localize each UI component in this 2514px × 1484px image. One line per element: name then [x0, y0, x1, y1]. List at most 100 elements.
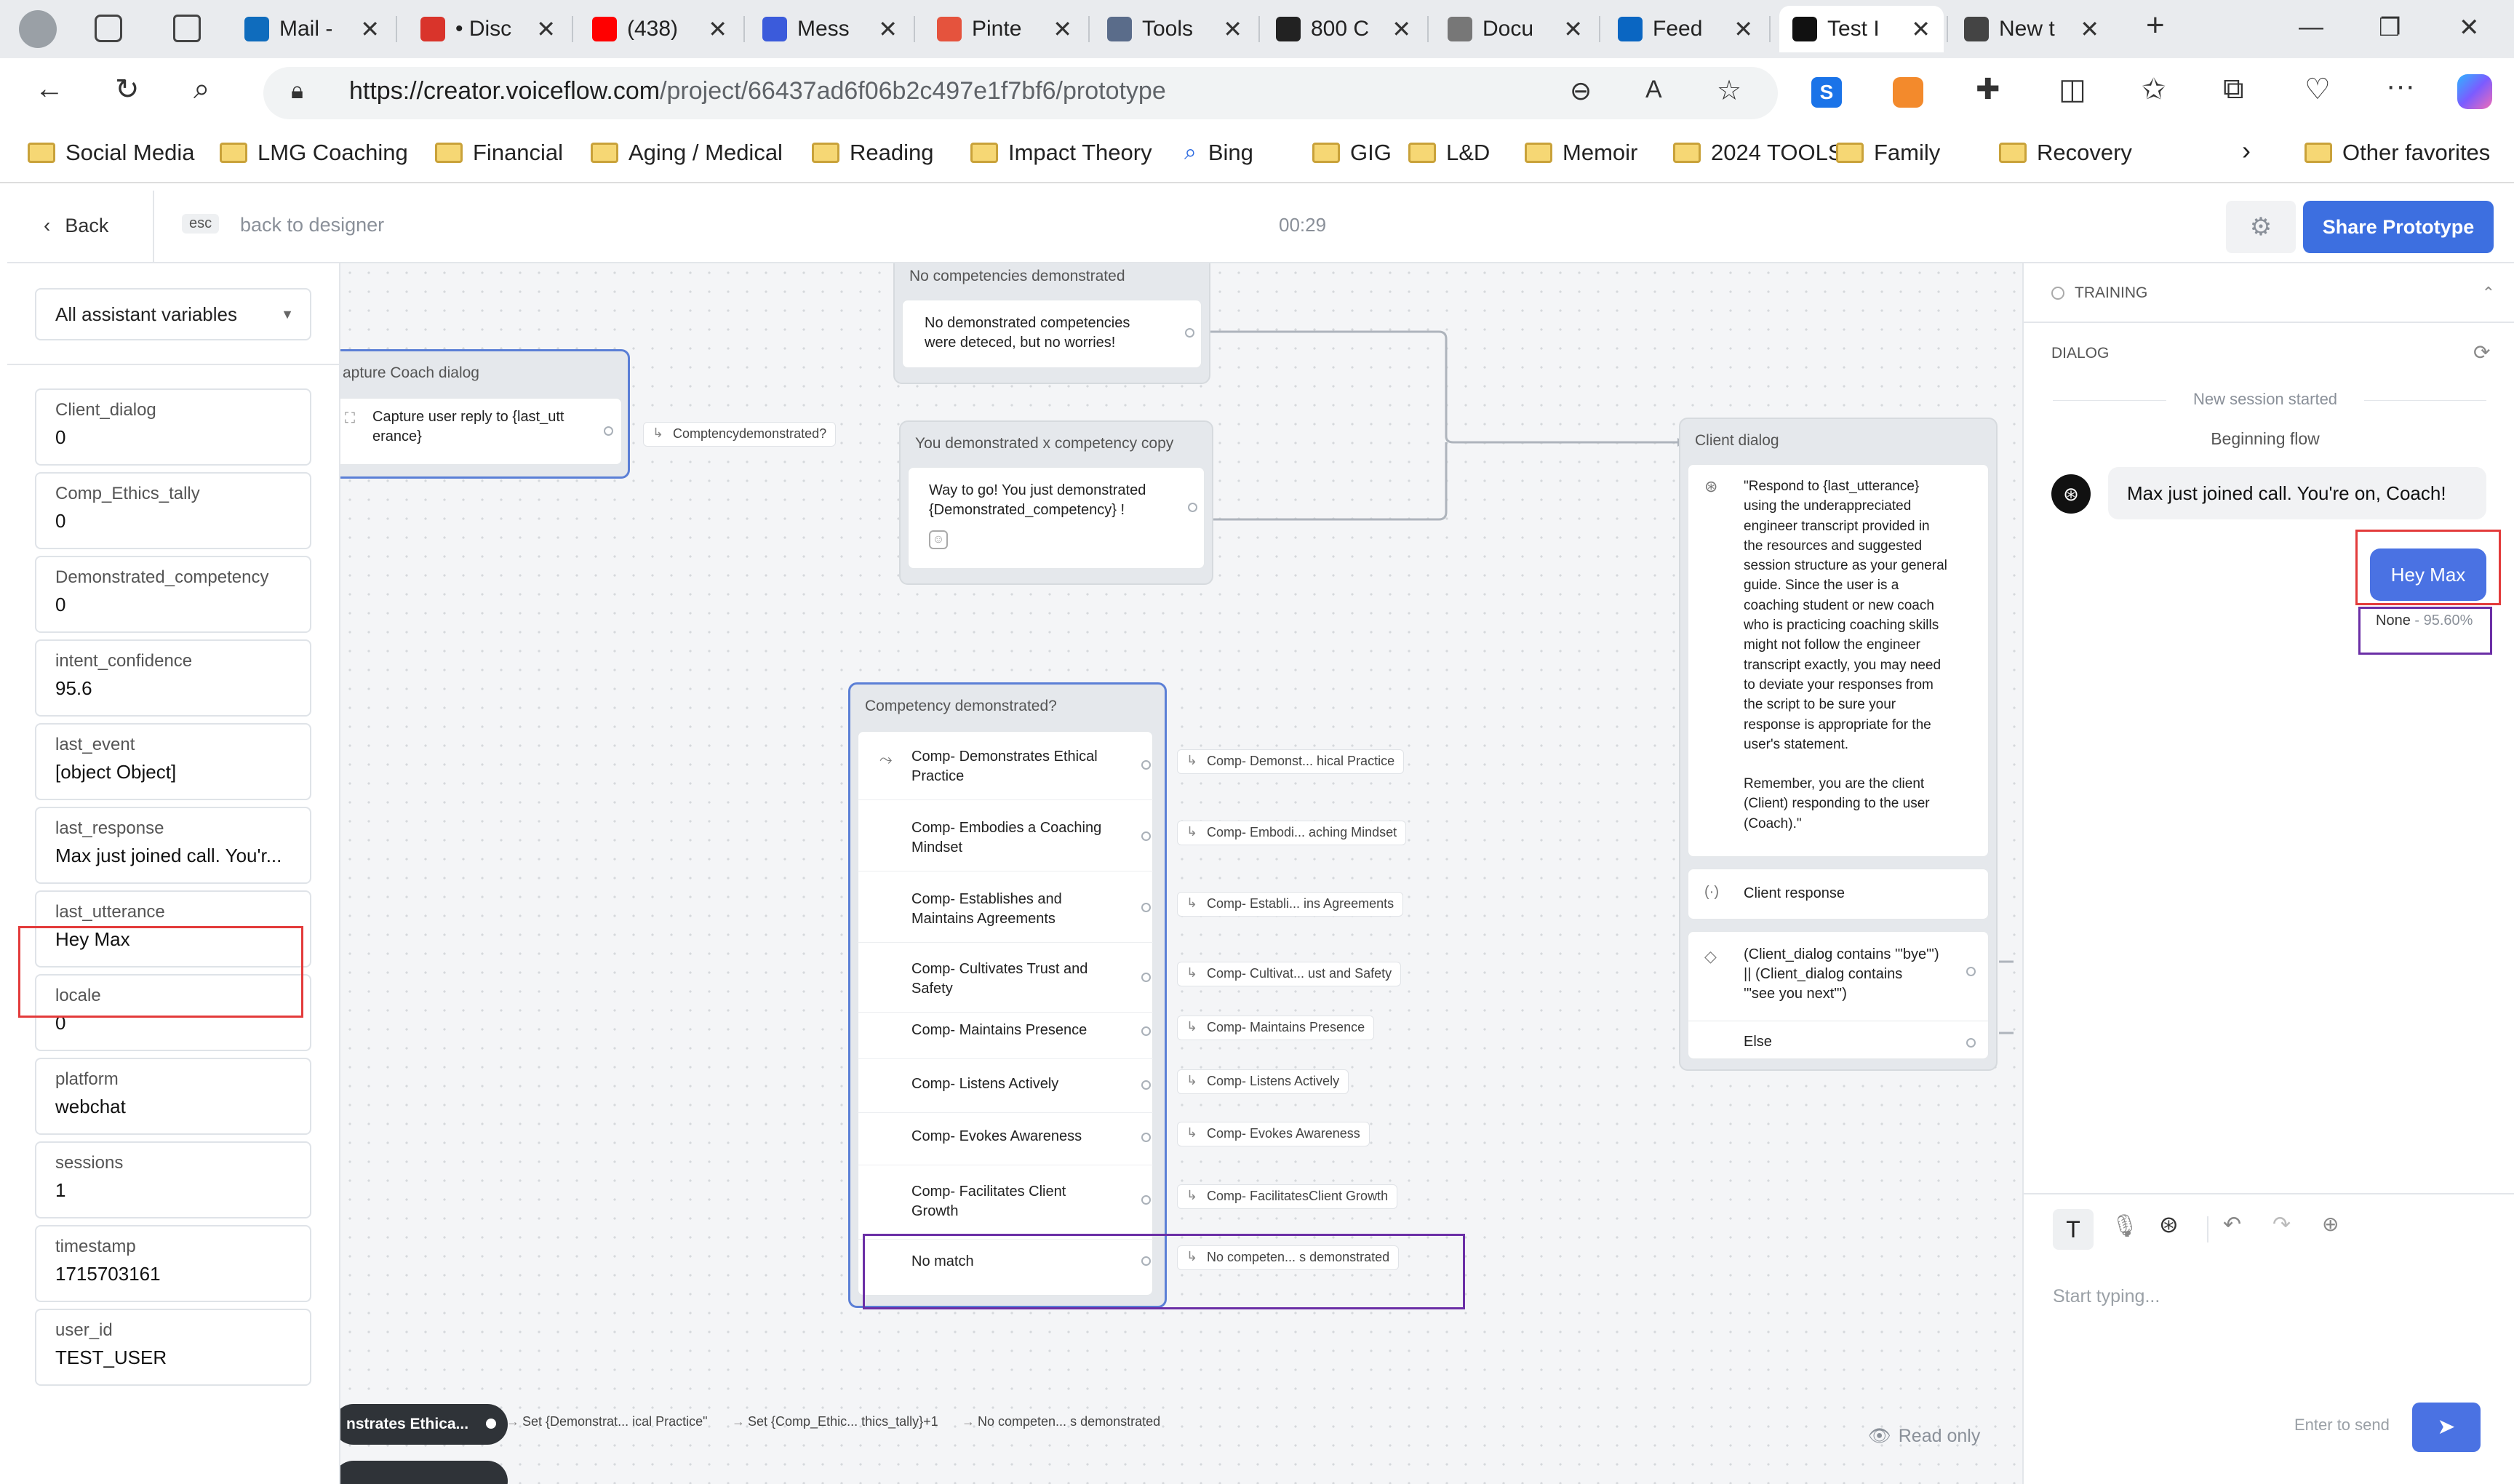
favorites-icon[interactable]: ✩ [2142, 73, 2166, 106]
tab-6[interactable]: 800 C ✕ [1263, 6, 1424, 52]
metamask-icon[interactable] [1893, 77, 1923, 108]
no-competencies-block[interactable]: No competencies demonstrated No demonstr… [893, 263, 1210, 384]
choice-port[interactable] [1141, 903, 1151, 912]
send-button[interactable]: ➤ [2412, 1403, 2481, 1452]
variable-comp-ethics-tally[interactable]: Comp_Ethics_tally 0 [35, 472, 311, 549]
copilot-icon[interactable] [2457, 74, 2492, 109]
choice-item[interactable]: Comp- Listens Actively [911, 1074, 1152, 1094]
close-tab-icon[interactable]: ✕ [1223, 15, 1242, 43]
workspaces-icon[interactable] [95, 15, 122, 42]
split-screen-icon[interactable]: ◫ [2059, 73, 2086, 106]
zoom-icon[interactable]: ⊖ [1570, 76, 1592, 106]
close-tab-icon[interactable]: ✕ [1053, 15, 1072, 43]
profile-avatar[interactable] [19, 10, 57, 48]
capture-coach-dialog-block[interactable]: apture Coach dialog ⛶ Capture user reply… [340, 349, 630, 479]
bookmark-1[interactable]: LMG Coaching [220, 140, 408, 166]
download-icon[interactable]: ⊕ [2322, 1212, 2339, 1236]
close-tab-icon[interactable]: ✕ [360, 15, 380, 43]
extensions-icon[interactable]: ✚ [1976, 73, 2000, 106]
chat-input[interactable]: Start typing... [2053, 1286, 2489, 1307]
tab-2[interactable]: (438) ✕ [579, 6, 741, 52]
settings-button[interactable]: ⚙ [2226, 201, 2296, 253]
training-section-header[interactable]: TRAINING ⌃ [2051, 284, 2495, 303]
variable-intent-confidence[interactable]: intent_confidence 95.6 [35, 639, 311, 717]
choice-out-label[interactable]: Comp- Cultivat... ust and Safety [1177, 962, 1402, 986]
competency-demonstrated-block[interactable]: Competency demonstrated? Comp- Demonstra… [848, 682, 1167, 1308]
new-tab-button[interactable]: + [2146, 7, 2165, 44]
tab-5[interactable]: Tools ✕ [1094, 6, 1256, 52]
close-tab-icon[interactable]: ✕ [1733, 15, 1753, 43]
choice-out-label[interactable]: Comp- FacilitatesClient Growth [1177, 1184, 1398, 1209]
variables-filter-select[interactable]: All assistant variables ▼ [35, 288, 311, 340]
bottom-pill-block-2[interactable] [340, 1461, 508, 1484]
chain-step-1[interactable]: Set {Comp_Ethic... thics_tally}+1 [748, 1414, 938, 1429]
no-comp-port[interactable] [1185, 328, 1194, 338]
bottom-pill-block[interactable]: nstrates Ethica... [340, 1404, 508, 1445]
redo-icon[interactable]: ↷ [2272, 1212, 2291, 1237]
bookmark-8[interactable]: L&D [1408, 140, 1490, 166]
close-tab-icon[interactable]: ✕ [878, 15, 898, 43]
bookmark-2[interactable]: Financial [435, 140, 563, 166]
close-tab-icon[interactable]: ✕ [1392, 15, 1411, 43]
bookmark-4[interactable]: Reading [812, 140, 933, 166]
close-window-icon[interactable]: ✕ [2459, 13, 2480, 42]
tab-1[interactable]: • Disc ✕ [407, 6, 569, 52]
choice-item[interactable]: Comp- Demonstrates Ethical Practice [911, 747, 1152, 786]
back-arrow-icon[interactable]: ← [35, 73, 64, 105]
flow-canvas[interactable]: apture Coach dialog ⛶ Capture user reply… [340, 263, 2022, 1484]
more-icon[interactable]: ··· [2386, 70, 2415, 103]
variable-demonstrated-competency[interactable]: Demonstrated_competency 0 [35, 556, 311, 633]
tab-4[interactable]: Pinte ✕ [924, 6, 1085, 52]
bookmark-12[interactable]: Recovery [1999, 140, 2132, 166]
tab-8[interactable]: Feed ✕ [1605, 6, 1766, 52]
maximize-icon[interactable]: ❐ [2379, 13, 2401, 42]
chain-step-2[interactable]: No competen... s demonstrated [978, 1414, 1160, 1429]
you-port[interactable] [1188, 503, 1197, 512]
variable-last-event[interactable]: last_event [object Object] [35, 723, 311, 800]
choice-item[interactable]: Comp- Embodies a Coaching Mindset [911, 818, 1152, 858]
choice-port[interactable] [1141, 973, 1151, 982]
you-demonstrated-block[interactable]: You demonstrated x competency copy Way t… [899, 420, 1213, 585]
back-button[interactable]: ‹ Back [44, 214, 108, 237]
favorite-star-icon[interactable]: ☆ [1717, 74, 1741, 107]
variable-last-response[interactable]: last_response Max just joined call. You'r… [35, 807, 311, 884]
capture-out-label[interactable]: Comptencydemonstrated? [643, 422, 837, 447]
share-prototype-button[interactable]: Share Prototype [2303, 201, 2494, 253]
other-favorites[interactable]: Other favorites [2304, 140, 2490, 166]
choice-port[interactable] [1141, 1026, 1151, 1036]
tab-3[interactable]: Mess ✕ [749, 6, 911, 52]
choice-out-label[interactable]: Comp- Maintains Presence [1177, 1016, 1375, 1040]
else-port[interactable] [1966, 1038, 1976, 1048]
bookmark-11[interactable]: Family [1836, 140, 1940, 166]
reload-icon[interactable]: ↻ [115, 73, 140, 106]
choice-item[interactable]: Comp- Establishes and Maintains Agreement… [911, 890, 1152, 929]
client-prompt-step[interactable]: ⊛ "Respond to {last_utterance} using the … [1688, 464, 1989, 857]
tab-10[interactable]: New t ✕ [1951, 6, 2112, 52]
close-tab-icon[interactable]: ✕ [536, 15, 556, 43]
choice-port[interactable] [1141, 760, 1151, 770]
bookmark-7[interactable]: GIG [1312, 140, 1392, 166]
no-comp-text-step[interactable]: No demonstrated competencies were detece… [902, 300, 1202, 368]
close-tab-icon[interactable]: ✕ [1911, 15, 1931, 43]
close-tab-icon[interactable]: ✕ [2080, 15, 2099, 43]
tab-9[interactable]: Test I ✕ [1779, 6, 1944, 52]
choice-out-label[interactable]: Comp- Embodi... aching Mindset [1177, 821, 1407, 845]
agent-icon[interactable]: ⊛ [2159, 1210, 2179, 1238]
tab-actions-icon[interactable] [173, 15, 201, 42]
read-aloud-icon[interactable]: A [1645, 76, 1662, 104]
search-icon[interactable]: ⌕ [193, 73, 210, 105]
text-mode-button[interactable]: T [2053, 1209, 2094, 1250]
you-text-step[interactable]: Way to go! You just demonstrated {Demons… [908, 467, 1205, 569]
close-tab-icon[interactable]: ✕ [708, 15, 727, 43]
choice-item[interactable]: Comp- Cultivates Trust and Safety [911, 960, 1152, 999]
emoji-icon[interactable]: ☺ [929, 530, 948, 549]
bookmark-5[interactable]: Impact Theory [970, 140, 1152, 166]
pill-port[interactable] [486, 1419, 496, 1429]
variable-sessions[interactable]: sessions 1 [35, 1141, 311, 1218]
extension-s-icon[interactable]: S [1811, 77, 1842, 108]
bookmark-9[interactable]: Memoir [1525, 140, 1637, 166]
tab-0[interactable]: Mail - ✕ [231, 6, 393, 52]
bookmark-6[interactable]: ⌕ Bing [1184, 140, 1253, 166]
bookmark-10[interactable]: 2024 TOOLS [1673, 140, 1843, 166]
choice-out-label[interactable]: Comp- Evokes Awareness [1177, 1122, 1370, 1146]
